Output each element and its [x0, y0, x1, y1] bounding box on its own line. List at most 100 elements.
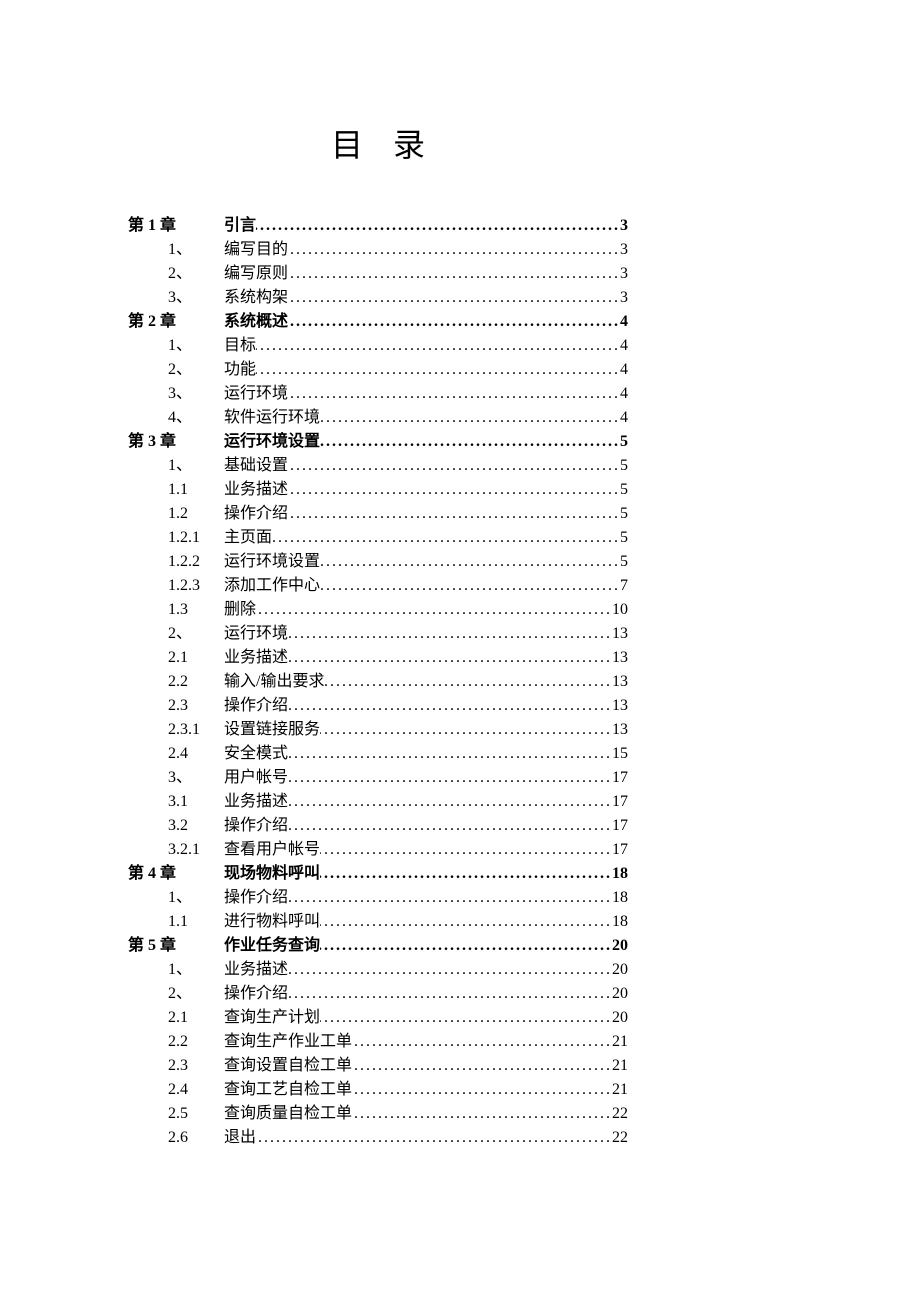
toc-entry-page: 21 [612, 1078, 628, 1102]
toc-entry-page: 22 [612, 1102, 628, 1126]
toc-entry-leader [288, 814, 612, 838]
toc-entry-page: 5 [620, 526, 628, 550]
toc-entry-page: 3 [620, 214, 628, 238]
toc-entry-text: 软件运行环境 [224, 406, 320, 430]
toc-entry-leader [320, 406, 620, 430]
toc-entry-text: 编写目的 [224, 238, 288, 262]
toc-entry-text: 运行环境 [224, 622, 288, 646]
toc-entry-label: 2.4 [128, 1078, 224, 1102]
toc-entry-label: 1、 [128, 334, 224, 358]
toc-entry-text: 进行物料呼叫 [224, 910, 320, 934]
toc-entry-leader [288, 646, 612, 670]
toc-entry-page: 13 [612, 622, 628, 646]
toc-entry-label: 1、 [128, 886, 224, 910]
toc-entry-label: 2、 [128, 982, 224, 1006]
toc-entry: 1.2操作介绍5 [128, 502, 628, 526]
toc-entry-label: 2、 [128, 622, 224, 646]
toc-entry-text: 运行环境 [224, 382, 288, 406]
toc-entry-page: 18 [612, 862, 628, 886]
toc-entry-text: 操作介绍 [224, 982, 288, 1006]
document-title: 目录 [128, 120, 628, 166]
toc-entry-label: 3.2.1 [128, 838, 224, 862]
toc-entry-text: 业务描述 [224, 790, 288, 814]
toc-entry-leader [272, 526, 620, 550]
toc-entry: 1、业务描述20 [128, 958, 628, 982]
toc-entry-text: 业务描述 [224, 478, 288, 502]
toc-entry-text: 目标 [224, 334, 256, 358]
toc-entry: 2.5查询质量自检工单22 [128, 1102, 628, 1126]
toc-entry-text: 退出 [224, 1126, 256, 1150]
toc-entry-text: 查看用户帐号 [224, 838, 320, 862]
toc-entry-page: 5 [620, 454, 628, 478]
toc-entry: 1.1进行物料呼叫18 [128, 910, 628, 934]
toc-entry-text: 基础设置 [224, 454, 288, 478]
toc-entry-text: 引言 [224, 214, 256, 238]
toc-entry-page: 18 [612, 886, 628, 910]
toc-entry-text: 设置链接服务 [224, 718, 320, 742]
toc-entry-text: 删除 [224, 598, 256, 622]
toc-entry-page: 3 [620, 286, 628, 310]
toc-entry: 第 2 章系统概述4 [128, 310, 628, 334]
toc-entry: 2、运行环境 13 [128, 622, 628, 646]
toc-entry: 第 4 章现场物料呼叫 18 [128, 862, 628, 886]
toc-entry-label: 第 2 章 [128, 310, 224, 334]
toc-entry-page: 13 [612, 646, 628, 670]
toc-entry-leader [288, 310, 620, 334]
toc-entry-text: 功能 [224, 358, 256, 382]
toc-entry-label: 1.1 [128, 910, 224, 934]
toc-entry-label: 第 3 章 [128, 430, 224, 454]
toc-entry-label: 2.3 [128, 1054, 224, 1078]
toc-entry-label: 3.2 [128, 814, 224, 838]
toc-entry-leader [352, 1078, 612, 1102]
toc-entry-text: 查询生产作业工单 [224, 1030, 352, 1054]
toc-entry-label: 1.3 [128, 598, 224, 622]
toc-entry-text: 查询生产计划 [224, 1006, 320, 1030]
toc-entry: 3.1业务描述17 [128, 790, 628, 814]
toc-entry: 1.3删除10 [128, 598, 628, 622]
toc-entry: 3、系统构架3 [128, 286, 628, 310]
toc-entry-label: 3、 [128, 286, 224, 310]
toc-entry-label: 1、 [128, 238, 224, 262]
toc-entry-label: 1.1 [128, 478, 224, 502]
toc-entry-text: 业务描述 [224, 646, 288, 670]
toc-entry: 1.2.3添加工作中心7 [128, 574, 628, 598]
toc-entry-label: 第 4 章 [128, 862, 224, 886]
toc-entry: 2.3.1设置链接服务 13 [128, 718, 628, 742]
toc-entry-label: 2.5 [128, 1102, 224, 1126]
toc-entry: 1.2.1主页面 5 [128, 526, 628, 550]
toc-entry-page: 21 [612, 1054, 628, 1078]
toc-entry-page: 20 [612, 1006, 628, 1030]
toc-entry-label: 3、 [128, 382, 224, 406]
toc-entry-label: 2.3 [128, 694, 224, 718]
toc-entry: 2.2输入/输出要求13 [128, 670, 628, 694]
toc-entry-leader [288, 958, 612, 982]
toc-entry-leader [288, 478, 620, 502]
toc-entry-label: 2.3.1 [128, 718, 224, 742]
toc-entry-label: 2、 [128, 262, 224, 286]
toc-entry-leader [352, 1030, 612, 1054]
toc-entry-page: 22 [612, 1126, 628, 1150]
toc-entry-page: 5 [620, 502, 628, 526]
toc-entry-label: 3.1 [128, 790, 224, 814]
toc-entry-leader [288, 238, 620, 262]
toc-entry-leader [352, 1054, 612, 1078]
toc-entry-label: 2.6 [128, 1126, 224, 1150]
toc-entry-text: 主页面 [224, 526, 272, 550]
toc-entry-leader [288, 286, 620, 310]
toc-entry-label: 1.2.1 [128, 526, 224, 550]
toc-entry-leader [320, 934, 612, 958]
toc-entry: 2.4查询工艺自检工单21 [128, 1078, 628, 1102]
toc-entry: 2.2查询生产作业工单21 [128, 1030, 628, 1054]
toc-entry-leader [288, 622, 612, 646]
toc-entry-leader [288, 886, 612, 910]
toc-entry-text: 操作介绍 [224, 694, 288, 718]
toc-entry-text: 运行环境设置 [224, 430, 320, 454]
toc-entry: 2.3操作介绍13 [128, 694, 628, 718]
toc-entry: 1、目标4 [128, 334, 628, 358]
toc-entry-text: 用户帐号 [224, 766, 288, 790]
toc-entry-page: 5 [620, 430, 628, 454]
toc-entry-page: 13 [612, 718, 628, 742]
toc-entry-leader [320, 838, 612, 862]
toc-entry: 2.4安全模式15 [128, 742, 628, 766]
toc-entry-text: 现场物料呼叫 [224, 862, 320, 886]
